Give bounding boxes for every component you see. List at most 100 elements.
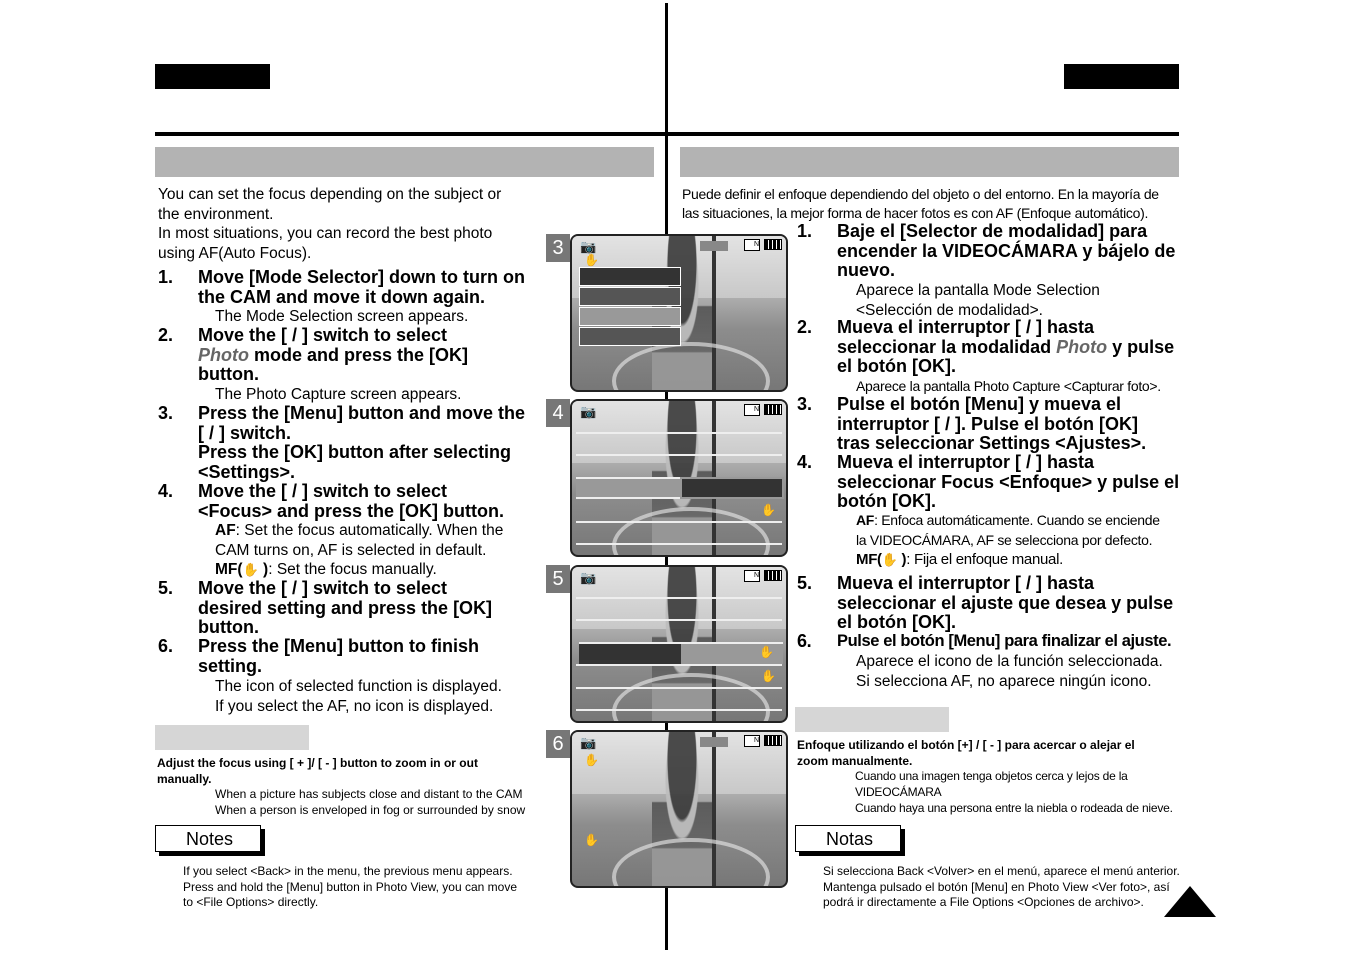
camera-screen-photo-capture: 📷 N ✋ ✋ xyxy=(570,730,788,888)
photo-mode-label: Photo xyxy=(198,344,249,365)
step-1-en: 1. Move [Mode Selector] down to turn on … xyxy=(158,267,538,307)
mf-label: MF( xyxy=(215,561,243,578)
intro-line: the environment. xyxy=(158,205,274,223)
tip-item: When a picture has subjects close and di… xyxy=(215,787,523,801)
language-tab-english xyxy=(155,64,270,89)
notes-heading: Notes xyxy=(155,825,261,852)
step-text: nuevo. xyxy=(837,260,896,280)
step-text: Move the [ / ] switch to select xyxy=(198,578,448,598)
step-text: the CAM and move it down again. xyxy=(198,286,486,307)
step-text: interruptor [ / ]. Pulse el botón [OK] xyxy=(837,413,1138,434)
focus-submenu xyxy=(680,477,784,499)
section-title-bar-left xyxy=(155,147,654,177)
step-text: Mueva el interruptor [ / ] hasta xyxy=(837,317,1095,337)
af-text: : Set the focus automatically. When the xyxy=(235,522,504,539)
intro-line: In most situations, you can record the b… xyxy=(158,225,493,242)
step-text-rest: mode and press the [OK] xyxy=(249,344,469,365)
note-line: to <File Options> directly. xyxy=(183,895,319,909)
camera-icon: 📷 xyxy=(580,735,597,750)
step-5-en: 5. Move the [ / ] switch to select desir… xyxy=(158,578,538,638)
step-4-en: 4. Move the [ / ] switch to select <Focu… xyxy=(158,481,538,521)
step-text: desired setting and press the [OK] xyxy=(198,597,493,618)
battery-icon xyxy=(764,239,782,250)
step-text: Move [Mode Selector] down to turn on xyxy=(198,267,525,287)
step-text-pre: seleccionar la modalidad xyxy=(837,336,1057,357)
status-tag xyxy=(700,737,728,747)
mf-label: MF( xyxy=(856,551,882,568)
step-6-result-es: Aparece el icono de la función seleccion… xyxy=(856,652,1163,691)
result-line: The icon of selected function is display… xyxy=(215,678,502,695)
tip-item: Cuando una imagen tenga objetos cerca y … xyxy=(855,769,1128,783)
next-page-arrow-icon[interactable] xyxy=(1164,886,1216,917)
step-text: encender la VIDEOCÁMARA y bájelo de xyxy=(837,240,1176,261)
step-number: 5. xyxy=(158,578,174,598)
tip-list-en: When a picture has subjects close and di… xyxy=(215,786,525,818)
status-tag xyxy=(700,241,728,251)
step-1-result-es: Aparece la pantalla Mode Selection <Sele… xyxy=(856,281,1100,320)
step-text: el botón [OK]. xyxy=(837,612,956,632)
step-2-es: 2. Mueva el interruptor [ / ] hasta sele… xyxy=(797,317,1197,377)
screen-step-badge: 6 xyxy=(546,730,570,758)
manual-focus-hand-icon: ✋ xyxy=(584,833,599,847)
mf-label-close: ) xyxy=(897,551,907,568)
step-6-result-en: The icon of selected function is display… xyxy=(215,677,502,716)
camera-screen-focus-select: 📷 N ✋ ✋ xyxy=(570,565,788,723)
photo-mode-label: Photo xyxy=(1056,336,1108,357)
menu-item xyxy=(579,327,681,346)
menu-divider xyxy=(576,543,782,545)
menu-divider xyxy=(576,619,782,621)
step-text: tras seleccionar Settings <Ajustes>. xyxy=(837,433,1147,453)
step-text: el botón [OK]. xyxy=(837,356,956,376)
step-number: 2. xyxy=(158,325,174,345)
step-text: Pulse el botón [Menu] y mueva el xyxy=(837,394,1122,414)
step-text-post: y pulse xyxy=(1107,336,1175,357)
menu-divider xyxy=(576,709,782,711)
notes-text-en: If you select <Back> in the menu, the pr… xyxy=(183,864,517,911)
memory-card-icon: N xyxy=(744,570,760,582)
menu-divider xyxy=(576,597,782,599)
step-text: Press the [OK] button after selecting xyxy=(198,442,512,462)
step-6-en: 6. Press the [Menu] button to finish set… xyxy=(158,636,538,676)
screen-step-badge: 3 xyxy=(546,234,570,262)
step-number: 6. xyxy=(797,631,812,651)
mf-label-close: ) xyxy=(258,561,269,578)
battery-icon xyxy=(764,570,782,581)
step-4-es: 4. Mueva el interruptor [ / ] hasta sele… xyxy=(797,452,1197,512)
tip-header-box-en xyxy=(155,725,309,750)
tip-heading-line: Adjust the focus using [ + ]/ [ - ] butt… xyxy=(157,756,478,770)
step-text: setting. xyxy=(198,655,263,676)
step-1-result: The Mode Selection screen appears. xyxy=(215,308,469,325)
step-number: 1. xyxy=(158,267,174,287)
menu-divider xyxy=(576,687,782,689)
intro-line: using AF(Auto Focus). xyxy=(158,244,312,262)
menu-divider xyxy=(576,521,782,523)
step-text: Pulse el botón [Menu] para finalizar el … xyxy=(837,632,1172,650)
tip-item: VIDEOCÁMARA xyxy=(855,785,942,799)
note-line: podrá ir directamente a File Options <Op… xyxy=(823,895,1144,909)
step-text: Press the [Menu] button and move the xyxy=(198,403,526,423)
tip-item: When a person is enveloped in fog or sur… xyxy=(215,803,526,817)
stabilizer-icon: ✋ xyxy=(761,503,776,517)
menu-item-selected xyxy=(579,307,681,326)
step-text: seleccionar el ajuste que desea y pulse xyxy=(837,592,1174,613)
step-text: Mueva el interruptor [ / ] hasta xyxy=(837,573,1095,593)
tip-heading-en: Adjust the focus using [ + ]/ [ - ] butt… xyxy=(157,755,537,787)
menu-item xyxy=(579,287,681,306)
tip-list-es: Cuando una imagen tenga objetos cerca y … xyxy=(855,768,1173,816)
memory-card-icon: N xyxy=(744,735,760,747)
battery-icon xyxy=(764,404,782,415)
step-number: 1. xyxy=(797,221,813,241)
step-text: button. xyxy=(198,617,259,637)
step-text: seleccionar la modalidad Photo y pulse xyxy=(837,336,1197,358)
af-label: AF xyxy=(215,522,236,539)
mf-text: : Set the focus manually. xyxy=(268,561,437,578)
step-5-es: 5. Mueva el interruptor [ / ] hasta sele… xyxy=(797,573,1197,633)
language-tab-spanish xyxy=(1064,64,1179,89)
focus-menu-row xyxy=(576,477,680,499)
tip-heading-line: zoom manualmente. xyxy=(797,754,913,768)
result-line: Si selecciona AF, no aparece ningún icon… xyxy=(856,672,1152,690)
screen-step-badge: 4 xyxy=(546,399,570,427)
result-line: Aparece la pantalla Mode Selection xyxy=(856,282,1100,299)
step-text: Move the [ / ] switch to select xyxy=(198,325,448,345)
note-line: If you select <Back> in the menu, the pr… xyxy=(183,864,513,878)
